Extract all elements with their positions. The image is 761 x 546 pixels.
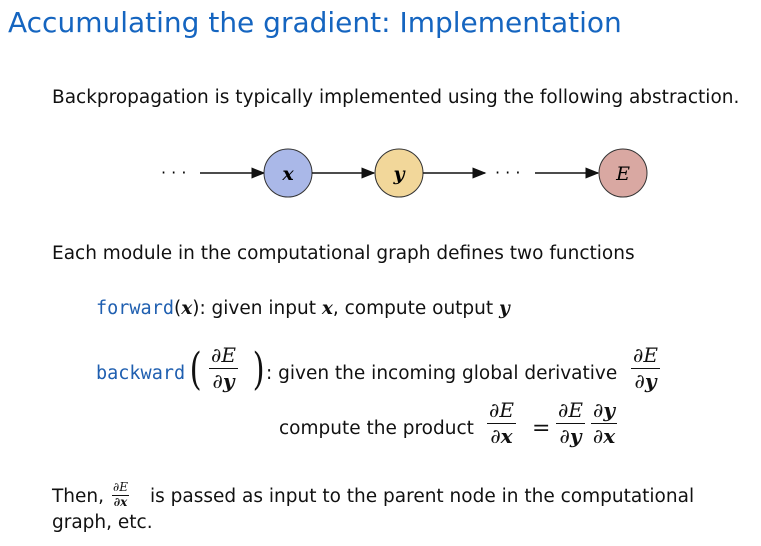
backward-arg-num: ∂E: [209, 343, 238, 369]
backward-open-paren: (: [189, 344, 202, 395]
conclusion-line-1: is passed as input to the parent node in…: [150, 486, 695, 507]
node-E-label: E: [615, 163, 630, 185]
conclusion-frac-den: ∂x: [113, 494, 128, 509]
global-derivative-den: ∂y: [634, 369, 657, 393]
slide-title: Accumulating the gradient: Implementatio…: [8, 6, 622, 39]
product-rhs2-den: ∂x: [592, 424, 616, 448]
forward-text-2: , compute output: [332, 298, 500, 319]
product-rhs1-num: ∂E: [556, 398, 585, 424]
product-rhs1-den: ∂y: [559, 424, 582, 448]
forward-input: x: [321, 298, 333, 319]
product-lhs-num: ∂E: [487, 398, 516, 424]
computational-graph-diagram: · · · x y · · · E: [161, 148, 648, 198]
product-rhs2-num: ∂y: [591, 398, 617, 424]
conclusion-prefix: Then,: [52, 486, 105, 507]
module-intro-text: Each module in the computational graph d…: [52, 243, 635, 264]
product-text: compute the product: [279, 418, 474, 439]
product-equals: =: [532, 416, 551, 441]
forward-function-name: forward: [96, 298, 174, 319]
backward-arg-den: ∂y: [212, 369, 235, 393]
backward-text: : given the incoming global derivative: [266, 363, 618, 384]
graph-ellipsis-left: · · ·: [161, 163, 186, 182]
backward-arg-fraction: ∂E ∂y: [209, 345, 238, 392]
conclusion-line-2: graph, etc.: [52, 512, 153, 533]
node-y-label: y: [392, 163, 406, 185]
backward-function-name: backward: [96, 363, 186, 384]
forward-text-1: : given input: [199, 298, 322, 319]
product-lhs-fraction: ∂E ∂x: [487, 400, 516, 447]
backward-close-paren: ): [252, 344, 265, 395]
global-derivative-num: ∂E: [631, 343, 660, 369]
global-derivative-fraction: ∂E ∂y: [631, 345, 660, 392]
product-lhs-den: ∂x: [490, 424, 513, 448]
forward-arg: x: [181, 298, 193, 319]
conclusion-fraction: ∂E ∂x: [112, 481, 129, 508]
conclusion-frac-num: ∂E: [112, 480, 129, 496]
product-rhs1-fraction: ∂E ∂y: [556, 400, 585, 447]
forward-definition: forward(x): given input x, compute outpu…: [96, 298, 510, 320]
node-x-label: x: [281, 163, 294, 185]
graph-ellipsis-middle: · · ·: [495, 163, 520, 182]
forward-output: y: [499, 298, 510, 319]
intro-text: Backpropagation is typically implemented…: [52, 87, 740, 108]
product-rhs2-fraction: ∂y ∂x: [591, 400, 617, 447]
